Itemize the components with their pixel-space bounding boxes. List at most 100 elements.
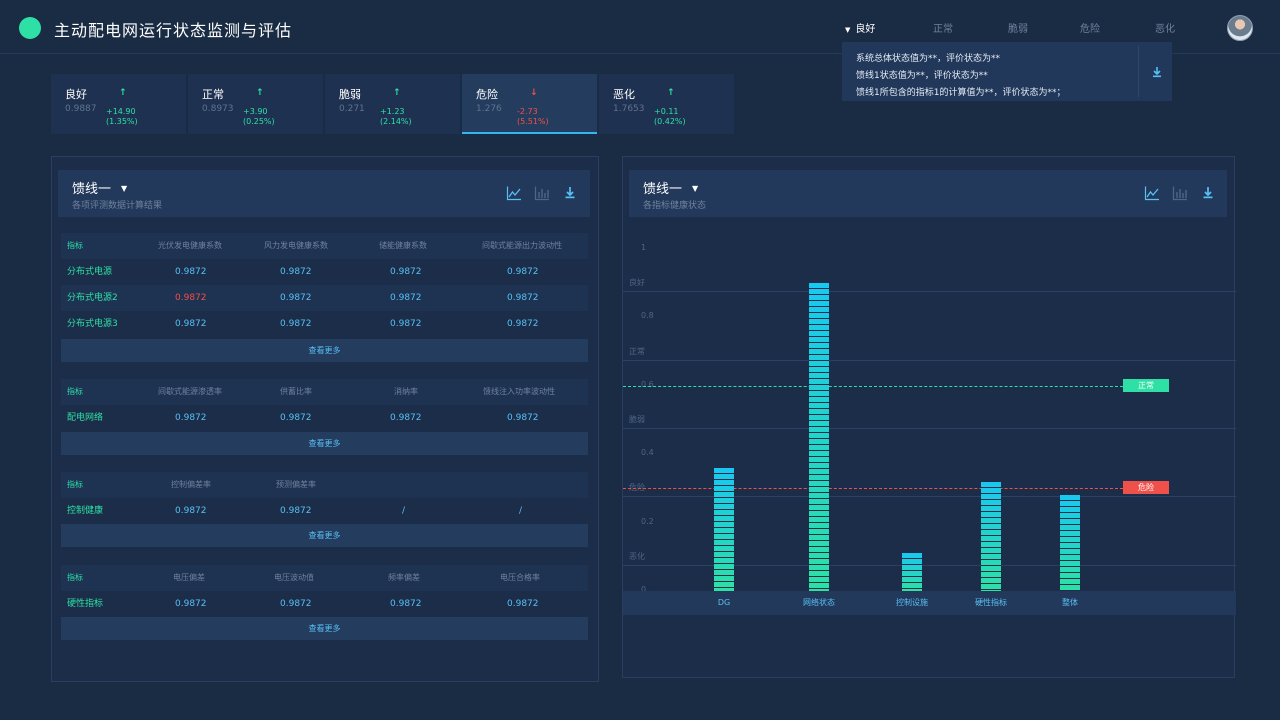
stat-delta-percent: (2.14%) xyxy=(380,117,412,126)
stat-delta-value: +0.11 xyxy=(654,107,679,116)
panel-header: 馈线一 ▼ 各项评测数据计算结果 xyxy=(58,170,590,217)
tab-status-fragile[interactable]: 脆弱 xyxy=(1008,20,1028,35)
table-cell: 0.9872 xyxy=(175,267,207,277)
hard-metrics-table: 指标 电压偏差 电压波动值 频率偏差 电压合格率 硬性指标 0.9872 0.9… xyxy=(61,565,588,641)
gridline xyxy=(623,359,1236,361)
stat-label: 正常 xyxy=(202,88,224,101)
stat-delta: -2.73 (5.51%) xyxy=(517,107,549,127)
column-header: 频率偏差 xyxy=(388,573,420,582)
gridline xyxy=(623,291,1236,293)
table-header: 指标 电压偏差 电压波动值 频率偏差 电压合格率 xyxy=(61,565,588,591)
table-row[interactable]: 分布式电源3 0.9872 0.9872 0.9872 0.9872 xyxy=(61,311,588,337)
view-more-button[interactable]: 查看更多 xyxy=(61,524,588,547)
stat-delta-percent: (5.51%) xyxy=(517,117,549,126)
dg-metrics-table: 指标 光伏发电健康系数 风力发电健康系数 储能健康系数 间歇式能源出力波动性 分… xyxy=(61,233,588,363)
table-cell: 0.9872 xyxy=(280,319,312,329)
x-tick-label: DG xyxy=(717,598,731,607)
panel-subtitle: 各项评测数据计算结果 xyxy=(72,201,163,211)
column-header: 风力发电健康系数 xyxy=(264,241,328,250)
bar[interactable] xyxy=(809,283,829,591)
health-bar-chart: 1 良好 0.8 正常 0.6 脆弱 0.4 危险 0.2 恶化 0 正常 危险 DG 网络状态 控制设施 硬性… xyxy=(623,157,1236,615)
table-row[interactable]: 分布式电源2 0.9872 0.9872 0.9872 0.9872 xyxy=(61,285,588,311)
stat-card-fragile[interactable]: 脆弱 0.271 ↑ +1.23 (2.14%) xyxy=(325,74,460,134)
stat-card-deteriorate[interactable]: 恶化 1.7653 ↑ +0.11 (0.42%) xyxy=(599,74,734,134)
table-cell: 0.9872 xyxy=(390,267,422,277)
feeder-metrics-panel: 馈线一 ▼ 各项评测数据计算结果 指标 光伏发电健康系数 风力发电健康系数 储能健… xyxy=(51,156,599,682)
bar[interactable] xyxy=(981,481,1001,591)
stat-card-good[interactable]: 良好 0.9887 ↑ +14.90 (1.35%) xyxy=(51,74,186,134)
tab-status-normal[interactable]: 正常 xyxy=(933,20,953,35)
table-cell: 0.9872 xyxy=(280,267,312,277)
arrow-up-icon: ↑ xyxy=(393,88,401,98)
table-row[interactable]: 分布式电源 0.9872 0.9872 0.9872 0.9872 xyxy=(61,259,588,285)
y-tick-label: 0.4 xyxy=(641,448,654,458)
tab-status-deteriorate[interactable]: 恶化 xyxy=(1155,20,1175,35)
column-header: 供蓄比率 xyxy=(280,387,312,396)
stat-delta-value: +3.90 xyxy=(243,107,268,116)
table-cell: 0.9872 xyxy=(507,293,539,303)
column-header: 控制偏差率 xyxy=(171,480,211,489)
stat-card-normal[interactable]: 正常 0.8973 ↑ +3.90 (0.25%) xyxy=(188,74,323,134)
table-row[interactable]: 配电网络 0.9872 0.9872 0.9872 0.9872 xyxy=(61,405,588,431)
column-header: 间歇式能源渗透率 xyxy=(158,387,222,396)
download-icon[interactable] xyxy=(562,185,578,201)
view-more-button[interactable]: 查看更多 xyxy=(61,617,588,640)
line-chart-icon[interactable] xyxy=(506,185,522,201)
stat-value: 0.9887 xyxy=(65,104,97,114)
status-stat-cards: 良好 0.9887 ↑ +14.90 (1.35%) 正常 0.8973 ↑ +3… xyxy=(51,74,734,134)
table-header: 指标 间歇式能源渗透率 供蓄比率 消纳率 馈线注入功率波动性 xyxy=(61,379,588,405)
row-label: 分布式电源2 xyxy=(67,293,118,303)
bar[interactable] xyxy=(1060,495,1080,591)
row-label: 分布式电源 xyxy=(67,267,113,277)
page-title: 主动配电网运行状态监测与评估 xyxy=(54,21,293,40)
summary-line: 馈线1状态值为**，评价状态为** xyxy=(856,71,988,81)
stat-delta: +0.11 (0.42%) xyxy=(654,107,686,127)
panel-tools xyxy=(506,185,586,201)
tab-status-good[interactable]: ▼ 良好 xyxy=(845,20,875,35)
tab-status-danger[interactable]: 危险 xyxy=(1080,20,1100,35)
bar[interactable] xyxy=(902,553,922,591)
x-tick-label: 网络状态 xyxy=(803,598,835,607)
table-row[interactable]: 控制健康 0.9872 0.9872 / / xyxy=(61,498,588,524)
tab-label: 正常 xyxy=(933,24,953,35)
y-tick-label: 1 xyxy=(641,243,647,252)
bar[interactable] xyxy=(714,467,734,591)
y-tick-label: 恶化 xyxy=(629,551,645,561)
column-header: 指标 xyxy=(67,573,83,582)
table-cell: 0.9872 xyxy=(280,506,312,516)
y-tick-label: 脆弱 xyxy=(629,415,645,424)
row-label: 硬性指标 xyxy=(67,599,104,609)
caret-down-icon: ▼ xyxy=(121,184,128,193)
summary-line: 馈线1所包含的指标1的计算值为**，评价状态为**； xyxy=(856,88,1066,98)
table-cell: 0.9872 xyxy=(390,293,422,303)
row-label: 配电网络 xyxy=(67,413,104,423)
table-cell: 0.9872 xyxy=(175,506,207,516)
stat-delta-percent: (0.42%) xyxy=(654,117,686,126)
row-label: 控制健康 xyxy=(67,506,104,516)
table-cell: 0.9872 xyxy=(280,293,312,303)
y-tick-label: 正常 xyxy=(629,346,645,356)
stat-card-danger[interactable]: 危险 1.276 ↓ -2.73 (5.51%) xyxy=(462,74,597,134)
feeder-select[interactable]: 馈线一 ▼ xyxy=(72,178,127,197)
stat-delta-value: +14.90 xyxy=(106,107,136,116)
view-more-button[interactable]: 查看更多 xyxy=(61,432,588,455)
bar-chart-icon[interactable] xyxy=(534,185,550,201)
stat-delta-value: -2.73 xyxy=(517,107,538,116)
column-header: 消纳率 xyxy=(394,387,418,396)
x-tick-label: 整体 xyxy=(1062,598,1078,607)
table-row[interactable]: 硬性指标 0.9872 0.9872 0.9872 0.9872 xyxy=(61,591,588,617)
health-chart-panel: 馈线一 ▼ 各指标健康状态 1 良好 0.8 正常 0.6 脆弱 0.4 危险 0.2 恶化 0 正常危… xyxy=(622,156,1236,678)
table-cell: 0.9872 xyxy=(390,413,422,423)
threshold-line xyxy=(623,488,1123,490)
table-cell: 0.9872 xyxy=(390,599,422,609)
summary-line: 系统总体状态值为**，评价状态为** xyxy=(856,54,1001,64)
stat-label: 良好 xyxy=(65,88,87,101)
avatar[interactable] xyxy=(1227,15,1253,41)
stat-label: 脆弱 xyxy=(339,88,361,101)
download-icon[interactable] xyxy=(1150,65,1164,79)
x-tick-label: 硬性指标 xyxy=(975,598,1007,607)
table-cell-alert: 0.9872 xyxy=(175,293,207,303)
divider xyxy=(1138,46,1139,97)
column-header: 指标 xyxy=(67,241,83,250)
view-more-button[interactable]: 查看更多 xyxy=(61,339,588,362)
